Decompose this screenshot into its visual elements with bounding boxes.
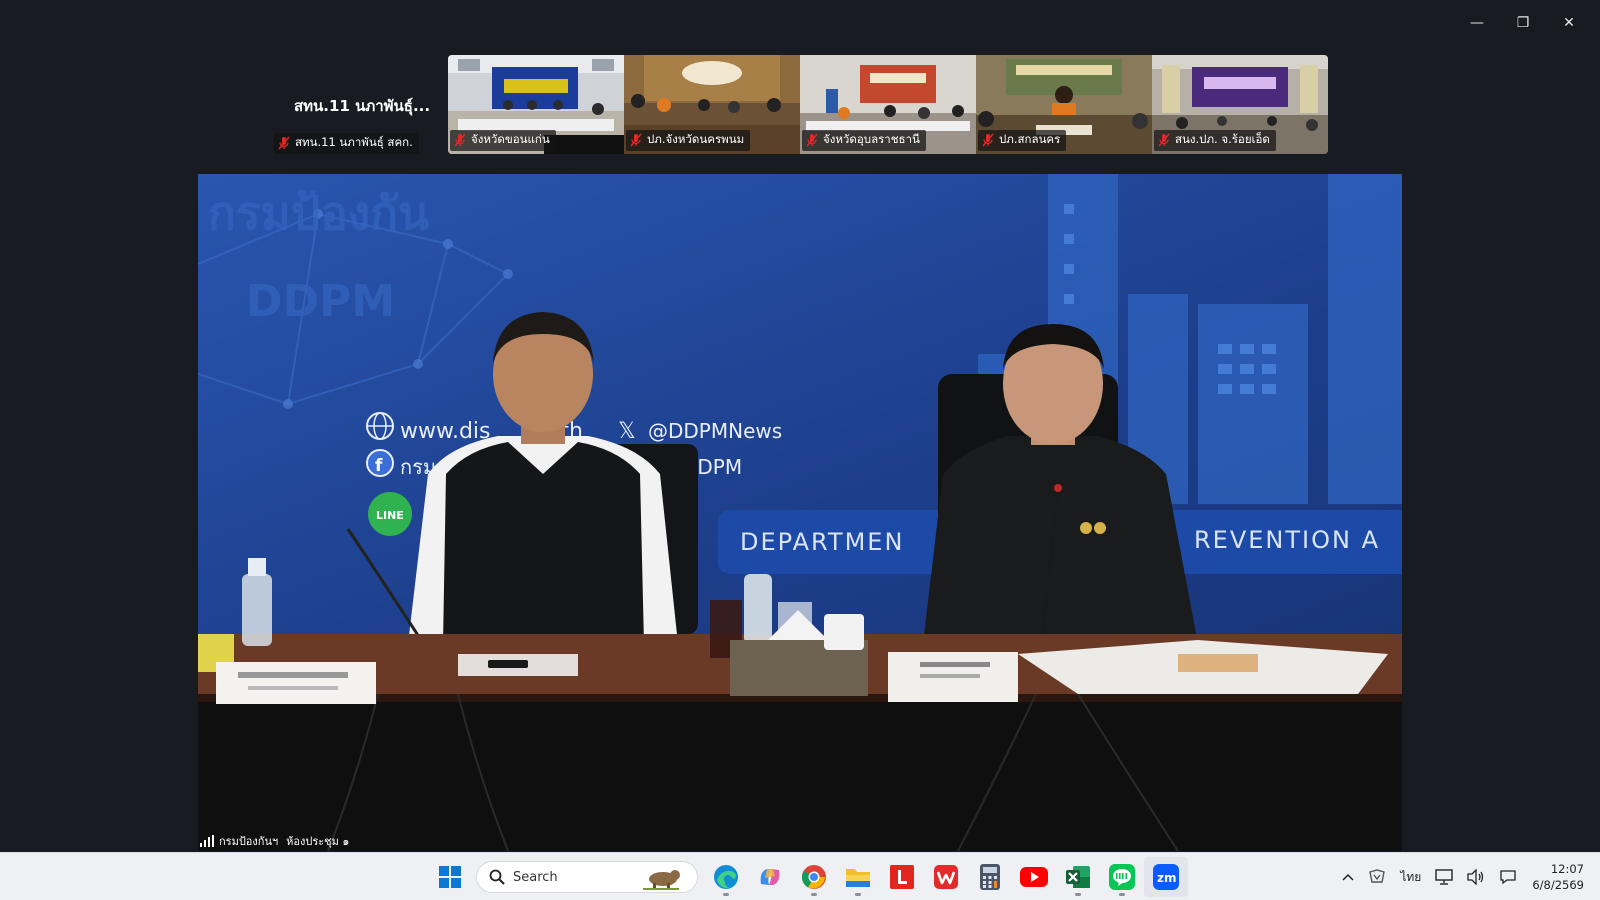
wps-app[interactable]: [924, 857, 968, 897]
svg-text:f: f: [375, 456, 383, 476]
line-logo-icon: LINE: [368, 492, 412, 536]
restore-button[interactable]: ❐: [1500, 8, 1546, 38]
file-explorer-app[interactable]: [836, 857, 880, 897]
chrome-icon: [801, 865, 826, 889]
network-button[interactable]: [1428, 853, 1460, 900]
zoom-icon: zm: [1153, 864, 1179, 890]
main-speaker-video[interactable]: กรมป้องกัน DDPM www.dis .th 𝕏 @DDPMNews …: [198, 174, 1402, 851]
notifications-button[interactable]: [1492, 853, 1524, 900]
excel-app[interactable]: [1056, 857, 1100, 897]
backdrop-twitter: @DDPMNews: [648, 419, 782, 443]
backdrop-watermark-thai: กรมป้องกัน: [208, 186, 430, 240]
participant-label: จังหวัดอุบลราชธานี: [802, 130, 926, 151]
excel-icon: [1066, 866, 1090, 888]
x-logo-icon: 𝕏: [618, 419, 636, 444]
backdrop-watermark-en: DDPM: [246, 276, 395, 327]
taskbar-search[interactable]: Search: [476, 861, 698, 893]
calculator-app[interactable]: [968, 857, 1012, 897]
youtube-app[interactable]: [1012, 857, 1056, 897]
participant-label-text: ปภ.จังหวัดนครพนม: [647, 132, 745, 146]
room-name: ห้องประชุม ๑: [286, 835, 350, 848]
signal-strength-icon: [200, 835, 214, 847]
chrome-app[interactable]: [792, 857, 836, 897]
clock-time: 12:07: [1550, 862, 1584, 876]
backdrop-banner-left: DEPARTMEN: [740, 528, 904, 556]
participant-label: ปภ.จังหวัดนครพนม: [626, 130, 751, 151]
taskbar-clock[interactable]: 12:07 6/8/2569: [1524, 861, 1600, 893]
participant-tile[interactable]: สนง.ปภ. จ.ร้อยเอ็ด: [1152, 55, 1328, 154]
mic-muted-icon: [982, 133, 994, 147]
mic-muted-icon: [806, 133, 818, 147]
facebook-icon: f: [366, 449, 394, 477]
edge-icon: [714, 865, 738, 889]
search-icon: [489, 869, 505, 885]
close-button[interactable]: ✕: [1546, 8, 1592, 38]
speaker-video-frame: กรมป้องกัน DDPM www.dis .th 𝕏 @DDPMNews …: [198, 174, 1402, 851]
participant-label: ปภ.สกลนคร: [978, 130, 1067, 151]
windows-taskbar: Search zm ไทย 12:07 6/8/2569: [0, 852, 1600, 900]
participant-tile[interactable]: ปภ.จังหวัดนครพนม: [624, 55, 800, 154]
self-view-label-text: สทน.11 นภาพันธุ์ สคก.: [295, 135, 413, 149]
windows-logo-icon: [439, 866, 461, 888]
youtube-icon: [1020, 867, 1048, 887]
participant-tile[interactable]: จังหวัดอุบลราชธานี: [800, 55, 976, 154]
mic-muted-icon: [278, 136, 290, 150]
mic-muted-icon: [630, 133, 642, 147]
system-tray: ไทย 12:07 6/8/2569: [1335, 853, 1600, 900]
participant-label-text: สนง.ปภ. จ.ร้อยเอ็ด: [1175, 132, 1270, 146]
wps-icon: [934, 865, 958, 889]
participant-label: สนง.ปภ. จ.ร้อยเอ็ด: [1154, 130, 1276, 151]
self-view-label: สทน.11 นภาพันธุ์ สคก.: [274, 133, 419, 154]
file-explorer-icon: [846, 869, 870, 887]
line-app[interactable]: [1100, 857, 1144, 897]
window-controls: — ❐ ✕: [1454, 8, 1592, 38]
show-hidden-icons-button[interactable]: [1335, 853, 1361, 900]
vpn-shield-icon: [1369, 869, 1386, 883]
mic-muted-icon: [1158, 133, 1170, 147]
calculator-icon: [980, 864, 1000, 890]
minimize-button[interactable]: —: [1454, 8, 1500, 38]
participant-strip: จังหวัดขอนแก่น ปภ.จังหวัดนครพนม จังหวัดอ…: [448, 55, 1328, 154]
copilot-icon: [760, 869, 780, 885]
chevron-up-icon: [1342, 873, 1354, 881]
line-icon: [1109, 864, 1135, 890]
search-placeholder: Search: [513, 869, 558, 885]
video-status-bar: กรมป้องกันฯ ห้องประชุม ๑: [200, 832, 349, 850]
zoom-icon-label: zm: [1157, 871, 1177, 885]
clock-date: 6/8/2569: [1532, 878, 1584, 892]
edge-app[interactable]: [704, 857, 748, 897]
line-logo-text: LINE: [376, 509, 404, 522]
participant-tile[interactable]: จังหวัดขอนแก่น: [448, 55, 624, 154]
mic-muted-icon: [454, 133, 466, 147]
zoom-app[interactable]: zm: [1144, 857, 1188, 897]
chat-bubble-icon: [1500, 870, 1516, 885]
taskbar-apps: Search zm: [430, 857, 1188, 897]
participant-label-text: จังหวัดขอนแก่น: [471, 132, 550, 146]
speaker-icon: [1467, 869, 1484, 885]
backdrop-banner-right: REVENTION A: [1194, 526, 1380, 554]
participant-label: จังหวัดขอนแก่น: [450, 130, 556, 151]
l-app[interactable]: [880, 857, 924, 897]
l-app-icon: [890, 865, 914, 889]
input-language[interactable]: ไทย: [1393, 853, 1428, 900]
participant-tile[interactable]: ปภ.สกลนคร: [976, 55, 1152, 154]
tray-app-button[interactable]: [1361, 853, 1393, 900]
search-highlight-icon: [643, 870, 680, 890]
participant-label-text: จังหวัดอุบลราชธานี: [823, 132, 920, 146]
copilot-app[interactable]: [748, 857, 792, 897]
participant-label-text: ปภ.สกลนคร: [999, 132, 1061, 146]
volume-button[interactable]: [1460, 853, 1492, 900]
start-button[interactable]: [430, 857, 470, 897]
speaker-name: กรมป้องกันฯ: [219, 835, 279, 848]
self-view-name: สทน.11 นภาพันธุ์...: [294, 97, 431, 115]
network-icon: [1435, 869, 1454, 885]
